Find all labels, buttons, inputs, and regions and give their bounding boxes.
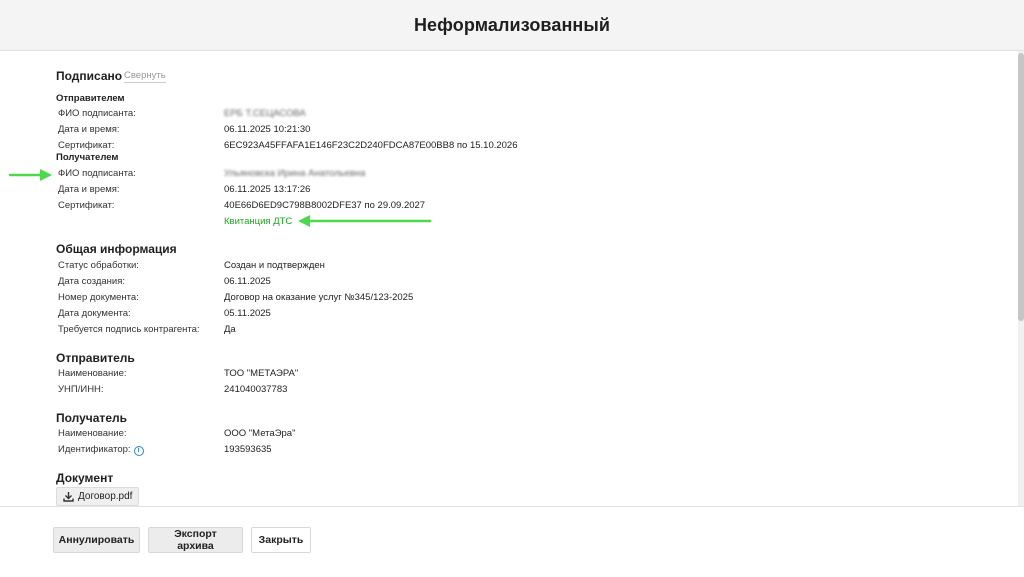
document-date-label: Дата документа: [58, 308, 131, 319]
collapse-link[interactable]: Свернуть [124, 70, 166, 83]
receiver-datetime-value: 06.11.2025 13:17:26 [224, 184, 311, 195]
dialog-title: Неформализованный [413, 14, 611, 35]
sender-tax-id-value: 241040037783 [224, 384, 288, 395]
sender-signature-title: Отправителем [56, 93, 125, 104]
signed-section-title: Подписано [56, 69, 123, 83]
receipt-dts-link[interactable]: Квитанция ДТС [224, 216, 292, 227]
dialog-content[interactable]: Подписано Свернуть Отправителем ФИО подп… [0, 51, 1024, 506]
sender-datetime-value: 06.11.2025 10:21:30 [224, 124, 311, 135]
document-date-value: 05.11.2025 [224, 308, 271, 319]
receiver-signature-title: Получателем [56, 152, 119, 163]
dialog-header: Неформализованный [0, 0, 1024, 51]
info-icon[interactable]: i [133, 446, 144, 456]
close-button[interactable]: Закрыть [251, 527, 311, 553]
sender-signer-name-value: ЕРБ Т.СЕЦАСОВА [224, 108, 306, 119]
receiver-certificate-value: 40E66D6ED9C798B8002DFE37 по 29.09.2027 [224, 200, 426, 211]
receiver-datetime-label: Дата и время: [58, 184, 120, 195]
counterparty-signature-required-value: Да [224, 324, 236, 335]
document-section-title: Документ [56, 471, 114, 485]
scrollbar-thumb[interactable] [1018, 53, 1024, 321]
general-info-title: Общая информация [56, 242, 177, 256]
annul-button[interactable]: Аннулировать [53, 527, 140, 553]
receiver-identifier-row: Идентификатор: i [58, 444, 144, 456]
document-number-value: Договор на оказание услуг №345/123-2025 [224, 292, 414, 303]
sender-name-value: ТОО "МЕТАЭРА" [224, 368, 299, 379]
dialog-footer: Аннулировать Экспорт архива Закрыть [0, 506, 1024, 577]
sender-tax-id-label: УНП/ИНН: [58, 384, 104, 395]
sender-datetime-label: Дата и время: [58, 124, 120, 135]
sender-signer-name-label: ФИО подписанта: [58, 108, 136, 119]
status-label: Статус обработки: [58, 260, 139, 271]
created-date-value: 06.11.2025 [224, 276, 271, 287]
sender-certificate-label: Сертификат: [58, 140, 115, 151]
download-icon [63, 492, 74, 502]
counterparty-signature-required-label: Требуется подпись контрагента: [58, 324, 200, 335]
export-archive-button[interactable]: Экспорт архива [148, 527, 243, 553]
receiver-identifier-value: 193593635 [224, 444, 272, 455]
receiver-identifier-label: Идентификатор: [58, 444, 131, 455]
document-number-label: Номер документа: [58, 292, 139, 303]
receiver-signer-name-label: ФИО подписанта: [58, 168, 136, 179]
annotation-arrow-right-icon [8, 169, 52, 181]
annotation-arrow-left-icon [298, 215, 432, 227]
sender-info-title: Отправитель [56, 351, 135, 365]
receiver-info-title: Получатель [56, 411, 127, 425]
sender-certificate-value: 6EC923A45FFAFA1E146F23C2D240FDCA87E00BB8… [224, 140, 518, 151]
receiver-name-label: Наименование: [58, 428, 127, 439]
receiver-signer-name-value: Ульяновска Ирина Анатольевна [224, 168, 366, 179]
content-scrollbar[interactable] [1018, 51, 1024, 506]
status-value: Создан и подтвержден [224, 260, 325, 271]
created-date-label: Дата создания: [58, 276, 126, 287]
receiver-certificate-label: Сертификат: [58, 200, 115, 211]
receiver-name-value: ООО "МетаЭра" [224, 428, 296, 439]
document-file-name: Договор.pdf [78, 491, 133, 502]
sender-name-label: Наименование: [58, 368, 127, 379]
document-file-download[interactable]: Договор.pdf [56, 487, 140, 506]
